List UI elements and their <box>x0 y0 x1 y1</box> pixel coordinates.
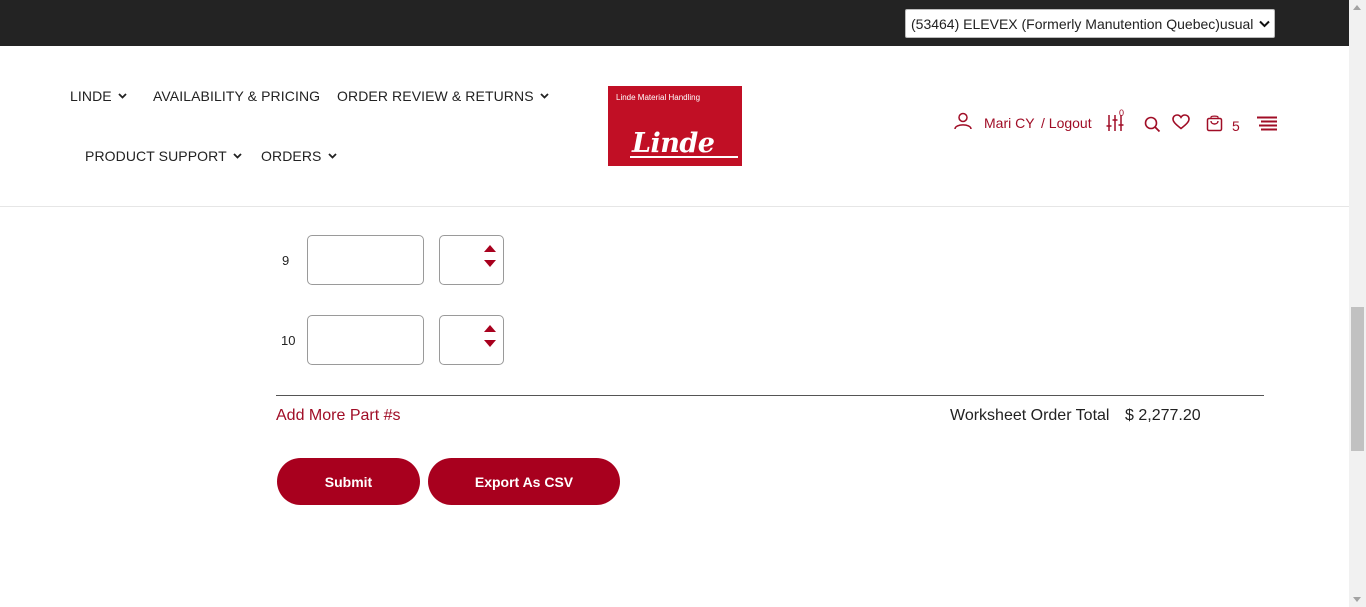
nav-orders[interactable]: ORDERS <box>261 148 337 164</box>
quantity-stepper[interactable] <box>439 235 504 285</box>
linde-logo[interactable]: Linde Material Handling Linde <box>608 86 742 166</box>
submit-button[interactable]: Submit <box>277 458 420 505</box>
scroll-up-icon[interactable] <box>1353 5 1361 10</box>
logo-underline <box>630 156 738 158</box>
nav-product-support[interactable]: PRODUCT SUPPORT <box>85 148 242 164</box>
account-select-value: (53464) ELEVEX (Formerly Manutention Que… <box>911 15 1254 32</box>
scroll-down-icon[interactable] <box>1353 597 1361 602</box>
page-scrollbar[interactable] <box>1349 0 1366 607</box>
order-total-value: $ 2,277.20 <box>1125 407 1201 424</box>
nav-availability[interactable]: AVAILABILITY & PRICING <box>153 88 320 104</box>
user-name-link[interactable]: Mari CY <box>984 115 1035 131</box>
search-icon[interactable] <box>1144 116 1161 133</box>
part-number-input[interactable] <box>307 315 424 365</box>
scrollbar-thumb[interactable] <box>1351 307 1364 451</box>
nav-order-review-label: ORDER REVIEW & RETURNS <box>337 88 534 104</box>
logo-tagline: Linde Material Handling <box>616 93 701 102</box>
top-bar: (53464) ELEVEX (Formerly Manutention Que… <box>0 0 1349 46</box>
nav-order-review[interactable]: ORDER REVIEW & RETURNS <box>337 88 549 104</box>
logout-link[interactable]: / Logout <box>1041 115 1092 131</box>
menu-icon[interactable] <box>1257 116 1277 132</box>
nav-linde[interactable]: LINDE <box>70 88 127 104</box>
quantity-stepper[interactable] <box>439 315 504 365</box>
stepper-arrows-icon[interactable] <box>484 325 496 347</box>
chevron-down-icon <box>233 153 242 159</box>
compare-count: 0 <box>1119 108 1125 118</box>
row-number: 9 <box>282 253 290 268</box>
heart-icon[interactable] <box>1172 114 1190 130</box>
chevron-down-icon <box>1254 20 1274 28</box>
order-total-label: Worksheet Order Total <box>950 407 1110 424</box>
chevron-down-icon <box>327 153 337 159</box>
row-number: 10 <box>281 333 296 348</box>
nav-linde-label: LINDE <box>70 88 112 104</box>
export-csv-button[interactable]: Export As CSV <box>428 458 620 505</box>
stepper-arrows-icon[interactable] <box>484 245 496 267</box>
site-header: LINDE AVAILABILITY & PRICING ORDER REVIE… <box>0 46 1349 207</box>
part-number-input[interactable] <box>307 235 424 285</box>
nav-orders-label: ORDERS <box>261 148 322 164</box>
add-more-parts-link[interactable]: Add More Part #s <box>276 407 401 425</box>
user-icon[interactable] <box>953 112 973 130</box>
cart-count: 5 <box>1232 118 1240 134</box>
chevron-down-icon <box>540 93 549 99</box>
divider <box>276 395 1264 396</box>
nav-product-support-label: PRODUCT SUPPORT <box>85 148 227 164</box>
nav-availability-label: AVAILABILITY & PRICING <box>153 88 321 104</box>
logo-wordmark: Linde <box>632 128 715 159</box>
chevron-down-icon <box>118 93 127 99</box>
account-select[interactable]: (53464) ELEVEX (Formerly Manutention Que… <box>905 9 1275 38</box>
cart-icon[interactable] <box>1206 114 1223 132</box>
